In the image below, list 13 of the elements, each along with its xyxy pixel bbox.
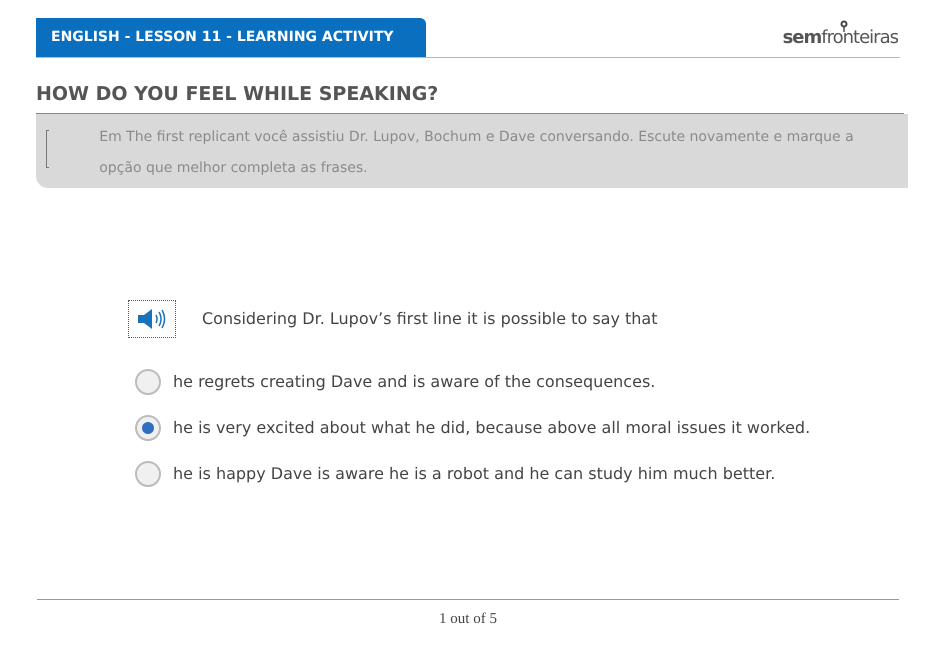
answer-option[interactable]: he is very excited about what he did, because above all moral issues it worked.	[135, 414, 810, 442]
radio-button[interactable]	[135, 368, 161, 394]
answer-option[interactable]: he regrets creating Dave and is aware of the consequences.	[135, 368, 656, 396]
radio-button[interactable]	[135, 460, 161, 486]
answer-option[interactable]: he is happy Dave is aware he is a robot and he can study him much better.	[135, 460, 776, 488]
lesson-title-bar: ENGLISH - LESSON 11 - LEARNING ACTIVITY	[36, 18, 426, 57]
speaker-icon	[137, 308, 167, 330]
instruction-text: Em The first replicant você assistiu Dr. Lupov, Bochum e Dave conversando. Escute novamente e marque a opção que melhor completa as frases.	[99, 128, 855, 178]
radio-button[interactable]	[135, 414, 161, 440]
audio-button[interactable]	[128, 300, 176, 338]
page-counter: 1 out of 5	[439, 610, 497, 629]
logo: semfronteiras	[782, 20, 898, 47]
question-text: Considering Dr. Lupov’s first line it is possible to say that	[202, 308, 658, 330]
